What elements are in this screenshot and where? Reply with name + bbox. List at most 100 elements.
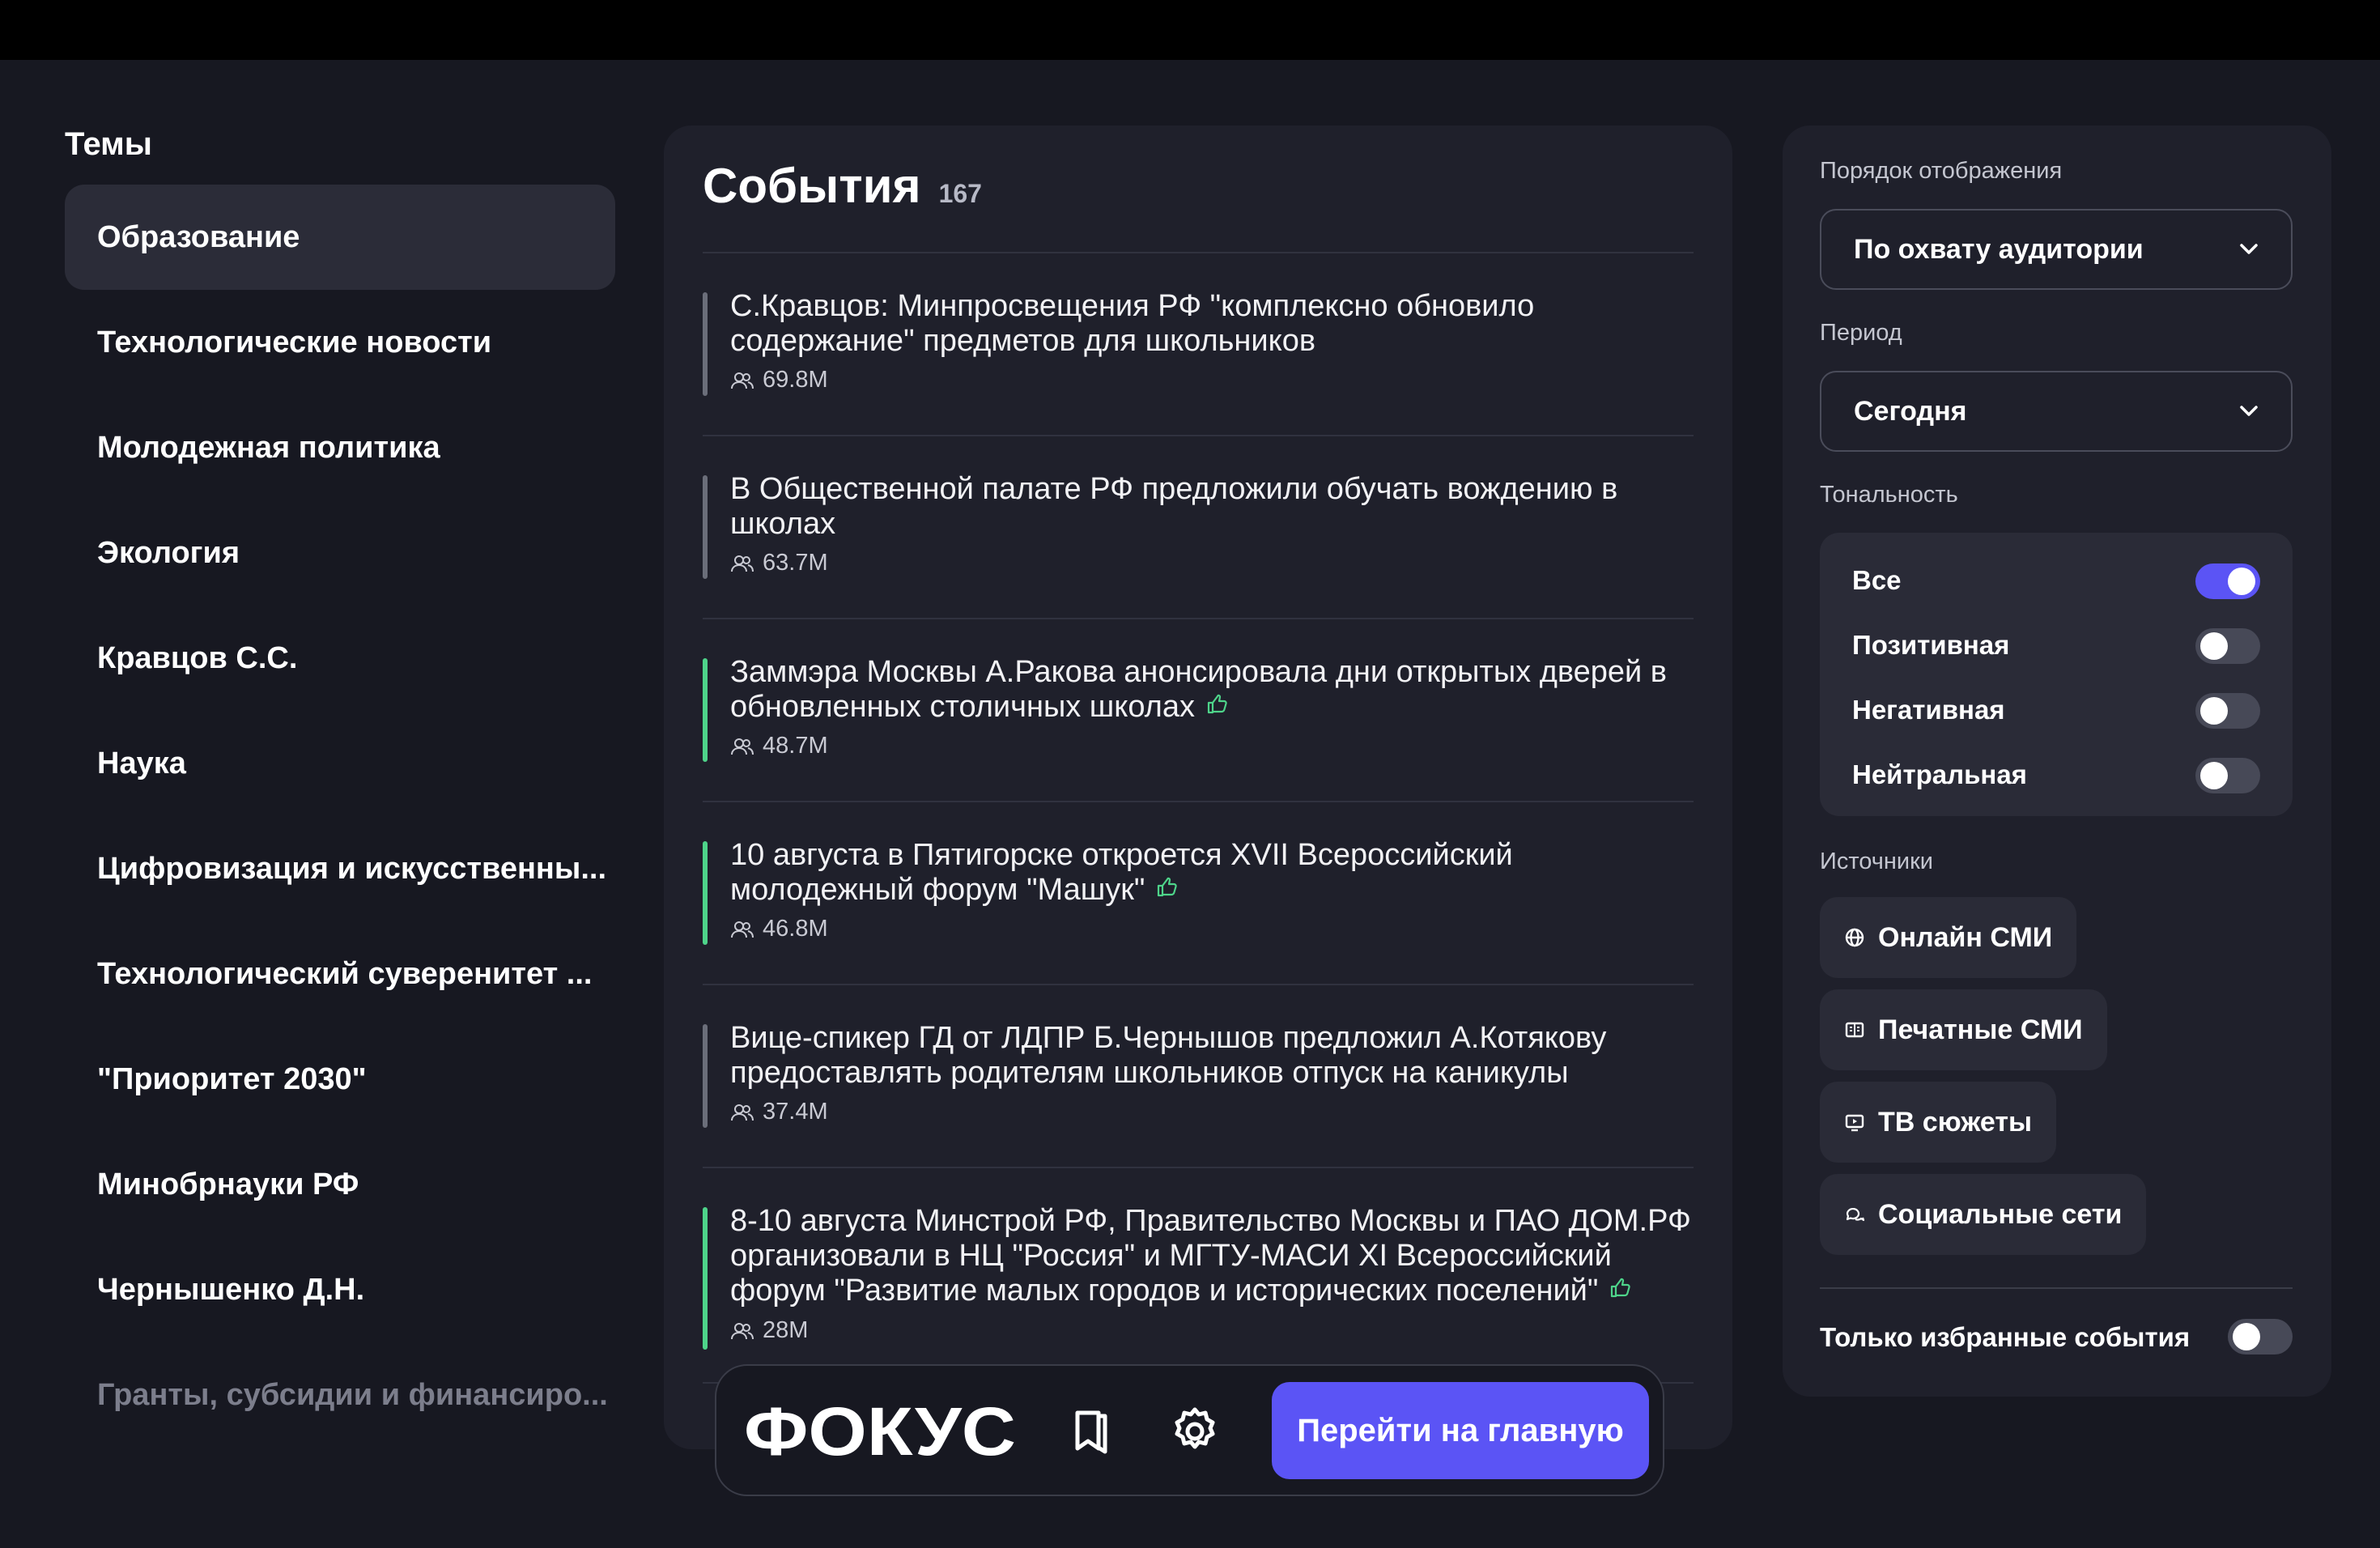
bookmark-icon[interactable] xyxy=(1065,1405,1118,1458)
svg-text:ФОКУС: ФОКУС xyxy=(744,1401,1016,1463)
filters-panel: Порядок отображения По охвату аудитории … xyxy=(1783,125,2331,1397)
source-social-button[interactable]: Социальные сети xyxy=(1820,1174,2147,1255)
event-reach: 28M xyxy=(730,1317,808,1344)
event-list: С.Кравцов: Минпросвещения РФ "комплексно… xyxy=(703,253,1694,1384)
period-select[interactable]: Сегодня xyxy=(1820,371,2293,452)
tone-indicator xyxy=(703,658,708,762)
events-panel: События 167 С.Кравцов: Минпросвещения РФ… xyxy=(664,125,1732,1449)
tone-positive-toggle[interactable] xyxy=(2195,628,2260,664)
order-select[interactable]: По охвату аудитории xyxy=(1820,209,2293,290)
period-label: Период xyxy=(1820,320,1902,346)
source-label: ТВ сюжеты xyxy=(1878,1106,2033,1138)
reach-value: 63.7M xyxy=(763,550,828,576)
tone-negative-toggle[interactable] xyxy=(2195,693,2260,729)
chat-icon xyxy=(1846,1207,1865,1222)
tone-indicator xyxy=(703,475,708,579)
reach-value: 48.7M xyxy=(763,733,828,759)
audience-icon xyxy=(731,372,754,389)
bottom-dock: ФОКУС Перейти на главную xyxy=(715,1364,1664,1496)
topic-item-grants[interactable]: Гранты, субсидии и финансиро... xyxy=(65,1342,615,1448)
topic-item-science[interactable]: Наука xyxy=(65,711,615,816)
favorites-toggle[interactable] xyxy=(2228,1319,2293,1354)
topic-item-education[interactable]: Образование xyxy=(65,185,615,290)
event-item[interactable]: С.Кравцов: Минпросвещения РФ "комплексно… xyxy=(703,253,1694,436)
event-item[interactable]: 8-10 августа Минстрой РФ, Правительство … xyxy=(703,1168,1694,1384)
reach-value: 46.8M xyxy=(763,916,828,942)
toggle-knob xyxy=(2228,568,2255,595)
topic-item-digitalization[interactable]: Цифровизация и искусственны... xyxy=(65,816,615,921)
tone-all-toggle[interactable] xyxy=(2195,563,2260,599)
globe-icon xyxy=(1845,928,1864,947)
tone-neutral-toggle[interactable] xyxy=(2195,758,2260,793)
tone-row-neutral: Нейтральная xyxy=(1852,743,2260,808)
period-value: Сегодня xyxy=(1854,396,1967,427)
event-title: С.Кравцов: Минпросвещения РФ "комплексно… xyxy=(730,289,1535,358)
source-label: Печатные СМИ xyxy=(1878,1014,2083,1045)
audience-icon xyxy=(731,1104,754,1121)
sources-label: Источники xyxy=(1820,848,1934,874)
toggle-knob xyxy=(2200,632,2228,660)
topic-item-youth-policy[interactable]: Молодежная политика xyxy=(65,395,615,500)
event-title: В Общественной палате РФ предложили обуч… xyxy=(730,472,1618,541)
topic-item-priority-2030[interactable]: "Приоритет 2030" xyxy=(65,1027,615,1132)
reach-value: 37.4M xyxy=(763,1099,828,1125)
thumbs-up-icon xyxy=(1207,694,1227,714)
tone-row-negative: Негативная xyxy=(1852,678,2260,743)
event-item[interactable]: Заммэра Москвы А.Ракова анонсировала дни… xyxy=(703,619,1694,802)
audience-icon xyxy=(731,738,754,755)
toggle-knob xyxy=(2200,697,2228,725)
tone-positive-label: Позитивная xyxy=(1852,630,2010,660)
tone-indicator xyxy=(703,841,708,945)
event-title: 10 августа в Пятигорске откроется XVII В… xyxy=(730,838,1513,907)
event-title: Заммэра Москвы А.Ракова анонсировала дни… xyxy=(730,655,1667,724)
source-online-media-button[interactable]: Онлайн СМИ xyxy=(1820,897,2077,978)
thumbs-up-icon xyxy=(1158,877,1178,897)
toggle-knob xyxy=(2233,1323,2260,1350)
go-home-button[interactable]: Перейти на главную xyxy=(1272,1382,1649,1479)
event-reach: 63.7M xyxy=(730,550,828,576)
source-label: Онлайн СМИ xyxy=(1878,921,2053,953)
tone-negative-label: Негативная xyxy=(1852,695,2005,725)
tone-neutral-label: Нейтральная xyxy=(1852,759,2027,789)
divider xyxy=(1820,1287,2293,1289)
toggle-knob xyxy=(2200,762,2228,789)
logo[interactable]: ФОКУС xyxy=(744,1401,1019,1463)
tv-icon xyxy=(1845,1114,1864,1132)
event-item[interactable]: 10 августа в Пятигорске откроется XVII В… xyxy=(703,802,1694,985)
order-label: Порядок отображения xyxy=(1820,158,2063,184)
topic-item-minobrnauki[interactable]: Минобрнауки РФ xyxy=(65,1132,615,1237)
reach-value: 69.8M xyxy=(763,367,828,393)
topics-sidebar: Темы Образование Технологические новости… xyxy=(65,121,615,1448)
tone-indicator xyxy=(703,292,708,396)
topic-item-tech-news[interactable]: Технологические новости xyxy=(65,290,615,395)
chevron-down-icon xyxy=(2240,406,2258,416)
topic-item-kravtsov[interactable]: Кравцов С.С. xyxy=(65,606,615,711)
tone-row-positive: Позитивная xyxy=(1852,614,2260,678)
source-tv-button[interactable]: ТВ сюжеты xyxy=(1820,1082,2057,1163)
audience-icon xyxy=(731,555,754,572)
tone-indicator xyxy=(703,1024,708,1128)
event-item[interactable]: В Общественной палате РФ предложили обуч… xyxy=(703,436,1694,619)
audience-icon xyxy=(731,921,754,938)
topic-item-tech-sovereignty[interactable]: Технологический суверенитет ... xyxy=(65,921,615,1027)
newspaper-icon xyxy=(1845,1022,1864,1038)
thumbs-up-icon xyxy=(1611,1278,1631,1298)
tone-label: Тональность xyxy=(1820,482,1958,508)
chevron-down-icon xyxy=(2240,244,2258,254)
topics-title: Темы xyxy=(65,126,152,162)
events-count: 167 xyxy=(938,179,982,208)
topic-item-chernyshenko[interactable]: Чернышенко Д.Н. xyxy=(65,1237,615,1342)
gear-icon[interactable] xyxy=(1168,1405,1222,1458)
source-print-media-button[interactable]: Печатные СМИ xyxy=(1820,989,2107,1070)
window-top-bar xyxy=(0,0,2380,60)
topic-item-ecology[interactable]: Экология xyxy=(65,500,615,606)
order-value: По охвату аудитории xyxy=(1854,234,2144,265)
event-reach: 69.8M xyxy=(730,367,828,393)
topic-list: Образование Технологические новости Моло… xyxy=(65,185,615,1448)
audience-icon xyxy=(731,1322,754,1339)
event-reach: 37.4M xyxy=(730,1099,828,1125)
event-item[interactable]: Вице-спикер ГД от ЛДПР Б.Чернышов предло… xyxy=(703,985,1694,1168)
event-title: 8-10 августа Минстрой РФ, Правительство … xyxy=(730,1204,1691,1308)
event-reach: 46.8M xyxy=(730,916,828,942)
favorites-label: Только избранные события xyxy=(1820,1322,2191,1352)
